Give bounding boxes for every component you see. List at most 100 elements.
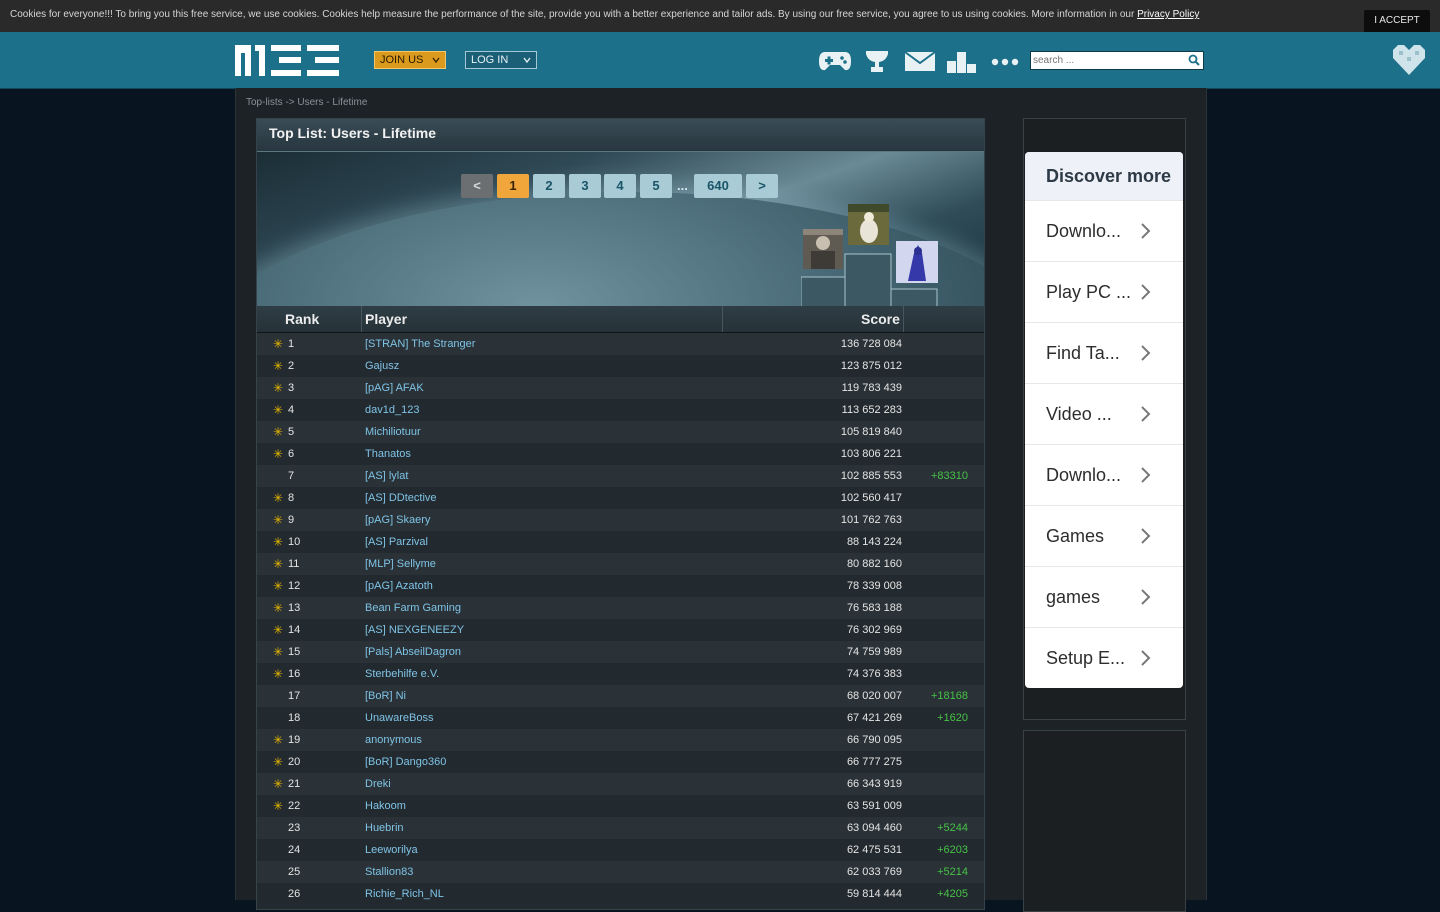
discover-item[interactable]: Downlo...: [1025, 444, 1183, 505]
player-link[interactable]: dav1d_123: [365, 404, 419, 416]
player-link[interactable]: UnawareBoss: [365, 712, 433, 724]
next-page-button[interactable]: >: [746, 174, 778, 198]
discover-item-label: Setup E...: [1046, 648, 1126, 668]
discover-item-label: Games: [1046, 526, 1105, 546]
privacy-policy-link[interactable]: Privacy Policy: [1137, 9, 1199, 20]
gamepad-icon[interactable]: [818, 49, 852, 73]
banner: < 1 2 3 4 5 ... 640 >: [257, 152, 984, 306]
player-link[interactable]: [AS] Parzival: [365, 536, 428, 548]
table-row: 23 Huebrin 63 094 460 +5244: [257, 817, 984, 839]
table-row: ✳ 14 [AS] NEXGENEEZY 76 302 969: [257, 619, 984, 641]
player-link[interactable]: [BoR] Ni: [365, 690, 406, 702]
score-cell: 113 652 283: [841, 404, 902, 416]
cookie-text: Cookies for everyone!!! To bring you thi…: [10, 9, 1199, 20]
score-cell: 59 814 444: [846, 888, 902, 900]
discover-item[interactable]: games: [1025, 566, 1183, 627]
player-link[interactable]: Leeworilya: [365, 844, 418, 856]
page-1-button[interactable]: 1: [497, 174, 529, 198]
player-link[interactable]: Stallion83: [365, 866, 413, 878]
search-input[interactable]: [1033, 53, 1181, 68]
player-link[interactable]: [MLP] Sellyme: [365, 558, 436, 570]
avatar-third-place[interactable]: [896, 241, 938, 283]
star-icon: ✳: [273, 513, 284, 527]
avatar-second-place[interactable]: [803, 229, 843, 269]
column-player[interactable]: Player: [365, 311, 407, 327]
player-link[interactable]: Michiliotuur: [365, 426, 421, 438]
rank-cell: 16: [288, 668, 301, 680]
trophy-icon[interactable]: [864, 49, 890, 75]
table-row: ✳ 11 [MLP] Sellyme 80 882 160: [257, 553, 984, 575]
page-last-button[interactable]: 640: [694, 174, 742, 198]
log-in-label: LOG IN: [471, 54, 509, 66]
player-link[interactable]: Gajusz: [365, 360, 399, 372]
player-link[interactable]: [AS] DDtective: [365, 492, 437, 504]
discover-item[interactable]: Setup E...: [1025, 627, 1183, 688]
player-link[interactable]: [AS] lylat: [365, 470, 408, 482]
table-row: ✳ 22 Hakoom 63 591 009: [257, 795, 984, 817]
player-link[interactable]: Huebrin: [365, 822, 404, 834]
breadcrumb[interactable]: Top-lists -> Users - Lifetime: [246, 97, 367, 108]
star-icon: ✳: [273, 359, 284, 373]
player-link[interactable]: [Pals] AbseilDagron: [365, 646, 461, 658]
rank-cell: 5: [288, 426, 295, 438]
discover-item[interactable]: Video ...: [1025, 383, 1183, 444]
table-row: ✳ 8 [AS] DDtective 102 560 417: [257, 487, 984, 509]
rank-cell: 1: [288, 338, 295, 350]
score-delta: +18168: [930, 690, 968, 702]
discover-item[interactable]: Games: [1025, 505, 1183, 566]
table-row: ✳ 9 [pAG] Skaery 101 762 763: [257, 509, 984, 531]
player-link[interactable]: Sterbehilfe e.V.: [365, 668, 439, 680]
player-link[interactable]: Richie_Rich_NL: [365, 888, 444, 900]
log-in-button[interactable]: LOG IN: [465, 51, 537, 69]
chart-icon[interactable]: [946, 49, 978, 75]
discover-item-label: Downlo...: [1046, 465, 1122, 485]
table-row: 26 Richie_Rich_NL 59 814 444 +4205: [257, 883, 984, 905]
more-icon[interactable]: [990, 57, 1020, 67]
page-5-button[interactable]: 5: [640, 174, 672, 198]
player-link[interactable]: anonymous: [365, 734, 422, 746]
player-link[interactable]: [pAG] Azatoth: [365, 580, 433, 592]
avatar-first-place[interactable]: [848, 204, 889, 245]
star-icon: ✳: [273, 425, 284, 439]
player-link[interactable]: [BoR] Dango360: [365, 756, 446, 768]
search-icon[interactable]: [1188, 54, 1200, 66]
pagination-ellipsis: ...: [677, 178, 688, 193]
page-4-button[interactable]: 4: [604, 174, 636, 198]
player-link[interactable]: [pAG] AFAK: [365, 382, 424, 394]
player-link[interactable]: [pAG] Skaery: [365, 514, 430, 526]
discover-item[interactable]: Downlo...: [1025, 200, 1183, 261]
discover-item[interactable]: Play PC ...: [1025, 261, 1183, 322]
mail-icon[interactable]: [904, 49, 936, 73]
discover-item-label: Find Ta...: [1046, 343, 1120, 363]
rank-cell: 14: [288, 624, 301, 636]
score-delta: +4205: [937, 888, 968, 900]
score-delta: +5214: [937, 866, 968, 878]
accept-cookies-button[interactable]: I ACCEPT: [1364, 10, 1430, 32]
rank-cell: 10: [288, 536, 301, 548]
table-row: 7 [AS] lylat 102 885 553 +83310: [257, 465, 984, 487]
heart-icon[interactable]: [1390, 45, 1428, 77]
discover-item[interactable]: Find Ta...: [1025, 322, 1183, 383]
rank-cell: 3: [288, 382, 295, 394]
column-score[interactable]: Score: [861, 311, 900, 327]
score-cell: 66 343 919: [846, 778, 902, 790]
rank-cell: 24: [288, 844, 301, 856]
player-link[interactable]: Bean Farm Gaming: [365, 602, 461, 614]
join-us-button[interactable]: JOIN US: [374, 51, 446, 69]
player-link[interactable]: [STRAN] The Stranger: [365, 338, 475, 350]
rank-cell: 21: [288, 778, 301, 790]
table-row: ✳ 10 [AS] Parzival 88 143 224: [257, 531, 984, 553]
score-delta: +5244: [937, 822, 968, 834]
player-link[interactable]: Dreki: [365, 778, 391, 790]
page-3-button[interactable]: 3: [569, 174, 601, 198]
player-link[interactable]: Hakoom: [365, 800, 406, 812]
page-2-button[interactable]: 2: [533, 174, 565, 198]
column-rank[interactable]: Rank: [285, 311, 319, 327]
player-link[interactable]: [AS] NEXGENEEZY: [365, 624, 464, 636]
column-divider: [903, 306, 904, 332]
score-cell: 119 783 439: [841, 382, 902, 394]
site-logo[interactable]: [235, 45, 339, 76]
table-row: ✳ 20 [BoR] Dango360 66 777 275: [257, 751, 984, 773]
prev-page-button[interactable]: <: [461, 174, 493, 198]
player-link[interactable]: Thanatos: [365, 448, 411, 460]
